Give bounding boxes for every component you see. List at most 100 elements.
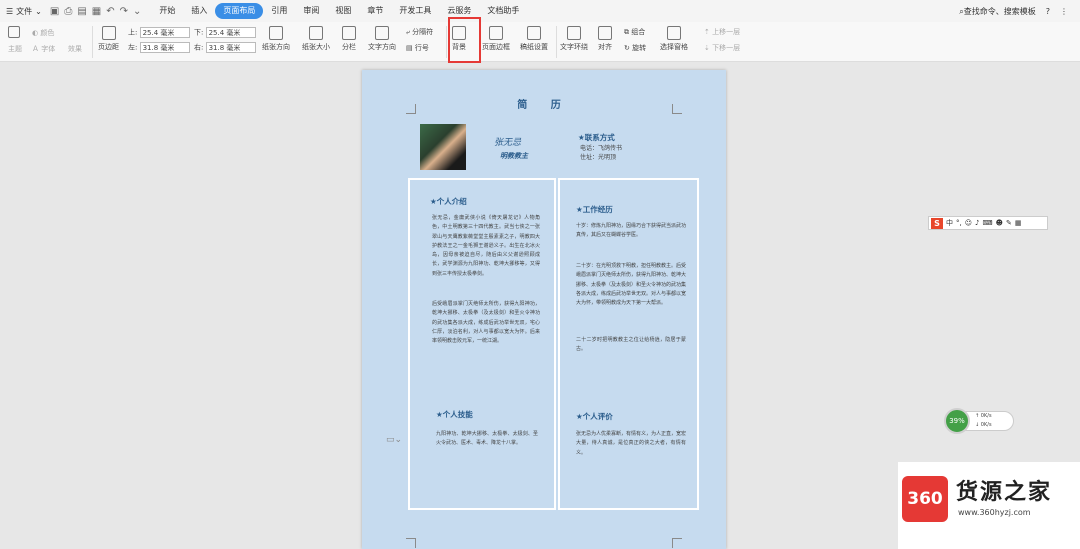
work-heading: ★工作经历	[576, 205, 613, 214]
background-highlight-box	[448, 17, 481, 63]
redo-icon[interactable]: ↷	[120, 6, 128, 17]
margin-right: 右: 31.8 毫米	[194, 42, 256, 53]
margin-right-input[interactable]: 31.8 毫米	[205, 42, 256, 53]
margin-button[interactable]: 页边距	[98, 26, 119, 52]
divider	[92, 26, 93, 58]
sogou-logo-icon: S	[931, 217, 943, 229]
divider	[446, 26, 447, 58]
orientation-button[interactable]: 纸张方向	[262, 26, 290, 52]
work-paragraph-1: 十岁：修炼九阳神功，因缘巧合下获得武当派武功真传，其后又在蝴蝶谷学医。	[576, 223, 686, 239]
file-menu[interactable]: ☰ 文件 ⌄	[6, 6, 42, 17]
network-speed-widget[interactable]: ↑ 0K/s ↓ 0K/s 39%	[944, 408, 1018, 434]
tab-2[interactable]: 页面布局	[215, 3, 264, 19]
columns-button[interactable]: 分栏	[342, 26, 356, 52]
undo-icon[interactable]: ↶	[106, 6, 114, 17]
palette-icon: ◐	[32, 29, 39, 37]
quick-access-toolbar: ▣ ⎙ ▤ ▦ ↶ ↷ ⌄	[50, 6, 142, 17]
align-button[interactable]: 对齐	[598, 26, 612, 52]
download-arrow-icon: ↓	[975, 422, 980, 428]
page-border-button[interactable]: 页面边框	[482, 26, 510, 52]
profile-photo[interactable]	[420, 124, 466, 170]
evaluation-paragraph: 张无忌为人优柔寡断，有情有义，为人正直，宽宏大量，待人真诚，是位真正的侠之大者，…	[576, 431, 686, 456]
tab-4[interactable]: 审阅	[295, 3, 327, 19]
person-name: 张无忌	[494, 138, 522, 148]
print-icon[interactable]: ⎙	[64, 6, 72, 17]
columns-icon	[342, 26, 356, 40]
move-down-icon: ⇣	[704, 44, 710, 52]
menu-right: ⌕查找命令、搜索模板 ? ⋮	[959, 0, 1068, 22]
text-wrap-icon	[567, 26, 581, 40]
watermark-brand: 货源之家	[956, 480, 1053, 505]
hamburger-icon: ☰	[6, 6, 14, 16]
move-down-button[interactable]: ⇣ 下移一层	[704, 43, 740, 53]
move-up-button[interactable]: ⇡ 上移一层	[704, 27, 740, 37]
export-pdf-icon[interactable]: ▦	[92, 6, 101, 17]
keyboard-icon[interactable]: ⌨	[983, 219, 993, 227]
tab-0[interactable]: 开始	[151, 3, 183, 19]
tab-5[interactable]: 视图	[327, 3, 359, 19]
group-button[interactable]: ⧉ 组合	[624, 27, 645, 37]
margin-left-input[interactable]: 31.8 毫米	[139, 42, 190, 53]
font-button[interactable]: Ａ 字体	[32, 44, 55, 54]
search-command[interactable]: ⌕查找命令、搜索模板	[959, 6, 1035, 17]
paper-size-icon	[309, 26, 323, 40]
group-icon: ⧉	[624, 28, 629, 36]
toolbox-icon[interactable]: ▦	[1015, 219, 1022, 227]
print-preview-icon[interactable]: ▤	[77, 6, 86, 17]
save-icon[interactable]: ▣	[50, 6, 59, 17]
align-icon	[598, 26, 612, 40]
upload-arrow-icon: ↑	[975, 413, 980, 419]
work-paragraph-2: 二十岁：在光明顶救下明教，担任明教教主。后受峨眉派掌门灭绝师太所伤，获得九阳神功…	[576, 263, 686, 307]
chevron-down-icon: ⌄	[35, 6, 42, 16]
selection-pane-button[interactable]: 选择窗格	[660, 26, 688, 52]
punctuation-icon[interactable]: °,	[956, 219, 962, 227]
emoji-icon[interactable]: ☺	[965, 219, 972, 227]
paragraph-layout-icon[interactable]: ▭⌄	[386, 435, 402, 445]
effect-button[interactable]: 效果	[68, 44, 82, 54]
intro-paragraph-2: 后受峨眉派掌门灭绝师太所伤，获得九阳神功，乾坤大挪移、太极拳（及太极剑）和圣火令…	[432, 301, 540, 345]
theme-icon	[8, 26, 20, 38]
margin-icon	[101, 26, 116, 40]
theme-button[interactable]	[8, 26, 20, 38]
intro-paragraph-1: 张无忌，金庸武侠小说《倚天屠龙记》人物角色，中土明教第三十四代教主。武当七侠之一…	[432, 215, 540, 277]
more-icon[interactable]: ⋮	[1060, 7, 1068, 16]
text-direction-button[interactable]: 文字方向	[368, 26, 396, 52]
help-icon[interactable]: ?	[1046, 7, 1050, 16]
skills-heading: ★个人技能	[436, 410, 473, 419]
document-page[interactable]: 简 历 张无忌 明教教主 ★联系方式 电话：飞鸽传书 住址：光明顶 ★个人介绍 …	[362, 70, 726, 549]
watermark: 360 货源之家 www.360hyzj.com	[898, 462, 1080, 549]
rotate-button[interactable]: ↻ 旋转	[624, 43, 646, 53]
evaluation-heading: ★个人评价	[576, 412, 613, 421]
tab-7[interactable]: 开发工具	[391, 3, 439, 19]
paper-setup-icon	[527, 26, 541, 40]
microphone-icon[interactable]: ♪	[975, 219, 979, 227]
skin-icon[interactable]: ✎	[1006, 219, 1012, 227]
menu-bar: ☰ 文件 ⌄ ▣ ⎙ ▤ ▦ ↶ ↷ ⌄ 开始 插入 页面布局 引用 审阅 视图 章节 开发工…	[0, 0, 1080, 22]
memory-percent: 39%	[944, 408, 970, 434]
ime-mode[interactable]: 中	[946, 218, 953, 228]
user-icon[interactable]: ☻	[996, 219, 1003, 227]
paper-size-button[interactable]: 纸张大小	[302, 26, 330, 52]
customize-icon[interactable]: ⌄	[133, 6, 141, 17]
text-wrap-button[interactable]: 文字环绕	[560, 26, 588, 52]
line-number-button[interactable]: ▤ 行号	[406, 43, 429, 53]
separator-icon: ⤶	[406, 28, 410, 36]
margin-left: 左: 31.8 毫米	[128, 42, 190, 53]
tab-3[interactable]: 引用	[263, 3, 295, 19]
font-icon: Ａ	[32, 45, 39, 53]
margin-top-input[interactable]: 25.4 毫米	[139, 27, 190, 38]
tab-1[interactable]: 插入	[183, 3, 215, 19]
tab-9[interactable]: 文档助手	[479, 3, 527, 19]
separator-button[interactable]: ⤶ 分隔符	[406, 27, 433, 37]
page-border-icon	[489, 26, 503, 40]
text-direction-icon	[375, 26, 389, 40]
intro-heading: ★个人介绍	[430, 197, 467, 206]
rotate-icon: ↻	[624, 44, 630, 52]
color-button[interactable]: ◐ 颜色	[32, 28, 54, 38]
margin-bottom-input[interactable]: 25.4 毫米	[205, 27, 256, 38]
tab-6[interactable]: 章节	[359, 3, 391, 19]
orientation-icon	[269, 26, 283, 40]
ime-toolbar[interactable]: S 中 °, ☺ ♪ ⌨ ☻ ✎ ▦	[928, 216, 1048, 230]
margin-top: 上: 25.4 毫米	[128, 27, 190, 38]
paper-setup-button[interactable]: 稿纸设置	[520, 26, 548, 52]
